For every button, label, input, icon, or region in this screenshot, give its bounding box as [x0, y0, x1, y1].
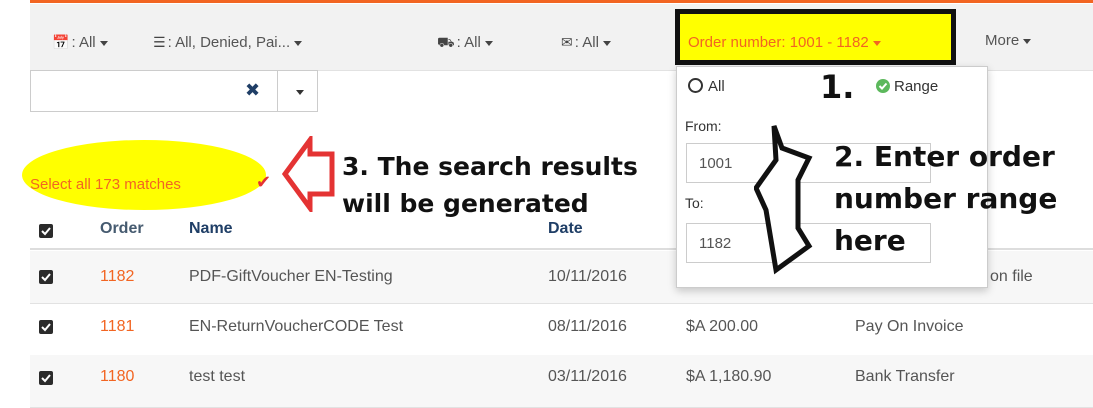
row-checkbox[interactable]: [39, 371, 53, 385]
check-icon: [41, 273, 51, 282]
truck-icon: ⛟: [437, 34, 455, 50]
annotation-step-3: 3. The search results will be generated: [342, 152, 638, 218]
radio-empty-icon: [688, 78, 703, 93]
close-icon[interactable]: ✖: [245, 80, 260, 101]
check-icon: [41, 323, 51, 332]
radio-checked-icon: [876, 79, 890, 93]
chevron-down-icon: [294, 40, 303, 46]
order-number-filter[interactable]: Order number: 1001 - 1182: [688, 34, 881, 51]
calendar-icon: 📅: [52, 34, 70, 50]
check-icon: [41, 227, 51, 236]
more-filter-button[interactable]: More: [985, 32, 1032, 49]
check-icon: [41, 374, 51, 383]
chevron-down-icon: [872, 40, 881, 46]
to-label: To:: [685, 195, 704, 211]
order-number-link[interactable]: 1182: [100, 268, 134, 286]
order-amount: $A 1,180.90: [686, 368, 772, 385]
customer-name: EN-ReturnVoucherCODE Test: [189, 318, 404, 335]
search-dropdown-button[interactable]: [278, 70, 318, 112]
row-checkbox[interactable]: [39, 270, 53, 284]
column-header-date[interactable]: Date: [548, 220, 583, 238]
customer-name: test test: [189, 368, 246, 385]
column-header-name[interactable]: Name: [189, 220, 233, 238]
annotation-step-2: 2. Enter order number range here: [834, 140, 1058, 257]
select-all-checkbox[interactable]: [39, 224, 53, 238]
chevron-down-icon: [99, 40, 108, 46]
radio-all[interactable]: All: [688, 78, 725, 95]
radio-range[interactable]: Range: [876, 78, 938, 95]
order-date: 08/11/2016: [548, 318, 627, 335]
chevron-down-icon: [1023, 38, 1032, 44]
chevron-down-icon: [296, 90, 304, 95]
status-filter[interactable]: ☰: All, Denied, Pai...: [153, 34, 303, 51]
database-icon: ☰: [153, 34, 166, 50]
column-header-order[interactable]: Order: [100, 220, 144, 238]
order-date: 10/11/2016: [548, 268, 627, 285]
order-amount: $A 200.00: [686, 318, 759, 335]
select-all-link[interactable]: Select all 173 matches: [30, 176, 181, 193]
annotation-step-1: 1.: [820, 68, 855, 106]
payment-method: Bank Transfer: [855, 368, 955, 385]
chevron-down-icon: [484, 40, 493, 46]
annotation-arrow-curved-black-icon: [754, 125, 813, 275]
payment-method: on file: [990, 268, 1033, 285]
order-date: 03/11/2016: [548, 368, 627, 385]
from-label: From:: [685, 118, 722, 134]
top-accent-line: [30, 0, 1093, 3]
order-number-link[interactable]: 1180: [100, 368, 134, 386]
payment-method: Pay On Invoice: [855, 318, 964, 335]
search-input[interactable]: [30, 70, 278, 112]
order-number-link[interactable]: 1181: [100, 318, 134, 336]
envelope-icon: ✉: [561, 34, 573, 50]
annotation-arrow-left-red-icon: [282, 136, 335, 212]
shipping-filter[interactable]: ⛟: All: [437, 34, 493, 53]
row-checkbox[interactable]: [39, 320, 53, 334]
checkmark-icon: ✔: [256, 172, 272, 192]
customer-name: PDF-GiftVoucher EN-Testing: [189, 268, 393, 285]
chevron-down-icon: [602, 40, 611, 46]
select-all-highlight: [22, 140, 266, 210]
email-filter[interactable]: ✉: All: [561, 34, 611, 51]
date-filter[interactable]: 📅: All: [52, 34, 108, 51]
